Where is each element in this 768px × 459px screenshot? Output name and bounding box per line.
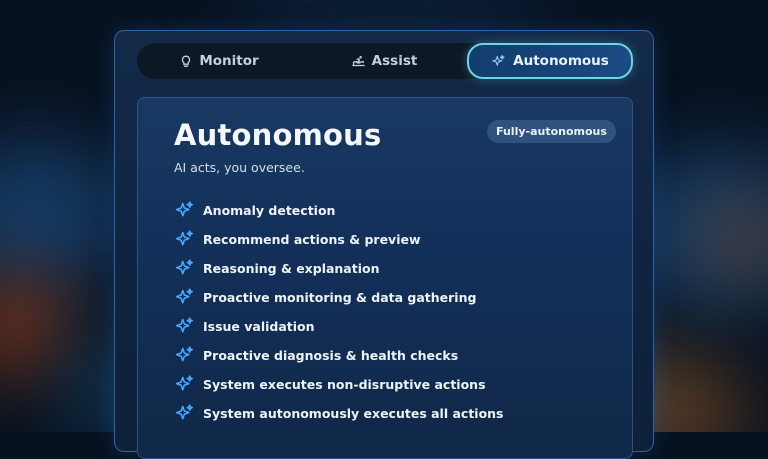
sparkle-icon — [175, 346, 193, 362]
list-item: Recommend actions & preview — [174, 225, 504, 254]
list-item: System autonomously executes all actions — [174, 399, 504, 428]
tab-monitor[interactable]: Monitor — [137, 45, 302, 77]
tab-assist[interactable]: Assist — [302, 45, 467, 77]
feature-list: Anomaly detection Recommend actions & pr… — [174, 196, 504, 428]
sparkle-icon — [175, 259, 193, 275]
sparkle-icon — [175, 317, 193, 333]
feature-label: Proactive diagnosis & health checks — [203, 348, 459, 363]
mode-tab-bar: Monitor Assist Autonomous — [137, 43, 633, 79]
tab-autonomous[interactable]: Autonomous — [467, 43, 633, 79]
feature-label: Anomaly detection — [203, 203, 336, 218]
list-item: Proactive monitoring & data gathering — [174, 283, 504, 312]
list-item: System executes non-disruptive actions — [174, 370, 504, 399]
sparkle-icon — [175, 288, 193, 304]
list-item: Issue validation — [174, 312, 504, 341]
sparkle-icon — [175, 375, 193, 391]
status-badge: Fully-autonomous — [487, 120, 616, 143]
list-item: Proactive diagnosis & health checks — [174, 341, 504, 370]
background-glow — [0, 275, 70, 375]
list-item: Reasoning & explanation — [174, 254, 504, 283]
mode-detail-card: Autonomous AI acts, you oversee. Fully-a… — [137, 97, 633, 459]
background-glow — [0, 140, 130, 290]
feature-label: Proactive monitoring & data gathering — [203, 290, 477, 305]
tab-label: Autonomous — [513, 53, 609, 69]
feature-label: System autonomously executes all actions — [203, 406, 504, 421]
mode-panel: Monitor Assist Autonomous Autonomous AI … — [114, 30, 654, 459]
sparkle-icon — [175, 230, 193, 246]
sparkle-icon — [491, 54, 506, 69]
card-title: Autonomous — [174, 118, 382, 152]
feature-label: System executes non-disruptive actions — [203, 377, 486, 392]
feature-label: Issue validation — [203, 319, 315, 334]
sparkle-icon — [175, 404, 193, 420]
lightbulb-icon — [180, 55, 192, 68]
tab-label: Assist — [371, 53, 418, 69]
sparkle-icon — [175, 201, 193, 217]
feature-label: Reasoning & explanation — [203, 261, 380, 276]
feature-label: Recommend actions & preview — [203, 232, 421, 247]
tab-label: Monitor — [199, 53, 259, 69]
list-item: Anomaly detection — [174, 196, 504, 225]
card-subtitle: AI acts, you oversee. — [174, 160, 305, 175]
hand-icon — [352, 55, 365, 67]
